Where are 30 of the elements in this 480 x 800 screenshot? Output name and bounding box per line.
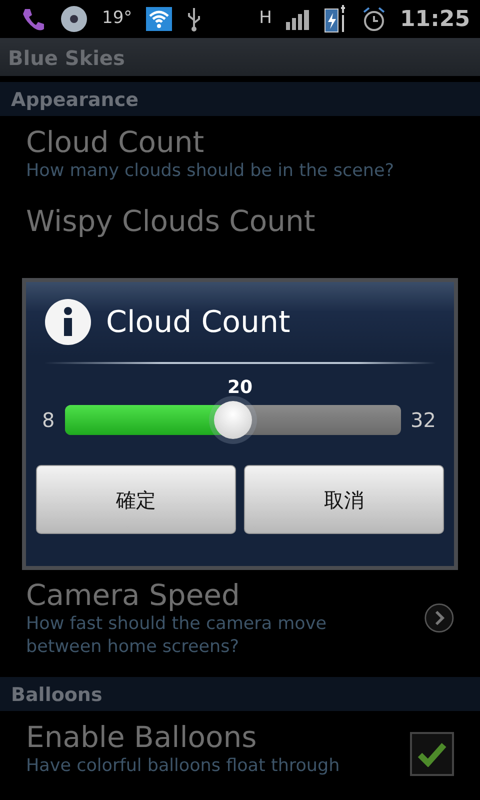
signal-icon [286, 8, 310, 30]
setting-summary: How many clouds should be in the scene? [26, 160, 396, 183]
usb-icon [186, 6, 202, 32]
info-icon [44, 298, 92, 346]
phone-icon [20, 6, 46, 32]
network-type-text: H [259, 7, 272, 30]
dialog-title: Cloud Count [106, 304, 290, 342]
disc-icon [60, 5, 88, 33]
clock-text: 11:25 [400, 6, 470, 34]
checkmark-icon [417, 740, 447, 766]
section-header: Appearance [0, 82, 480, 116]
temperature-text: 19° [102, 7, 132, 30]
slider-thumb[interactable] [214, 401, 252, 439]
slider-max-label: 32 [410, 407, 436, 434]
setting-summary: Have colorful balloons float through [26, 755, 341, 778]
wifi-icon [146, 7, 172, 31]
setting-title[interactable]: Camera Speed [26, 577, 384, 613]
slider-value: 20 [226, 376, 254, 400]
setting-title[interactable]: Cloud Count [26, 124, 454, 160]
confirm-button[interactable]: 確定 [36, 465, 236, 534]
slider-min-label: 8 [42, 407, 55, 434]
checkbox[interactable] [410, 732, 454, 776]
app-title: Blue Skies [0, 38, 480, 76]
battery-icon [324, 5, 348, 33]
setting-summary: How fast should the camera move between home screens? [26, 613, 328, 659]
setting-title[interactable]: Enable Balloons [26, 719, 410, 755]
alarm-clock-icon [362, 6, 386, 32]
cancel-button[interactable]: 取消 [244, 465, 444, 534]
setting-title[interactable]: Wispy Clouds Count [26, 203, 454, 239]
section-header: Balloons [0, 677, 480, 711]
